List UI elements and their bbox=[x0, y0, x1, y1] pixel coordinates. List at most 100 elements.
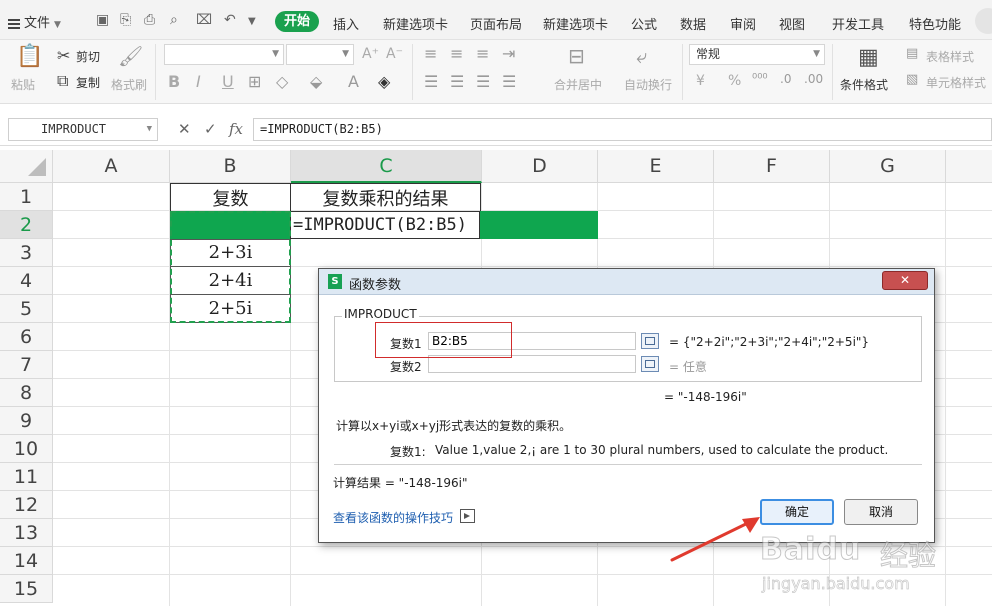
tab-features[interactable]: 特色功能 bbox=[909, 14, 961, 33]
cancel-button[interactable]: 取消 bbox=[844, 499, 918, 525]
table-style-button[interactable]: 表格样式 bbox=[926, 48, 974, 65]
italic-button[interactable]: I bbox=[196, 72, 201, 91]
cut-button[interactable]: 剪切 bbox=[76, 48, 100, 65]
scissors-icon[interactable]: ✂ bbox=[57, 46, 70, 65]
font-name-select[interactable]: ▼ bbox=[164, 44, 284, 65]
conditional-format-icon[interactable]: ▦ bbox=[858, 45, 879, 70]
tab-home[interactable]: 开始 bbox=[275, 11, 319, 32]
bold-button[interactable]: B bbox=[168, 72, 180, 91]
fill-color-icon[interactable]: ◇ bbox=[276, 72, 288, 91]
print-icon[interactable]: ⎙ bbox=[144, 12, 155, 28]
copy-icon[interactable]: ⧉ bbox=[57, 71, 68, 91]
number-format-select[interactable]: 常规 ▼ bbox=[689, 44, 825, 65]
align-top-icon[interactable]: ≡ bbox=[424, 44, 437, 63]
row-header-11[interactable]: 11 bbox=[0, 463, 53, 491]
paste-special-icon[interactable]: ⌧ bbox=[196, 12, 212, 28]
row-header-10[interactable]: 10 bbox=[0, 435, 53, 463]
column-header-b[interactable]: B bbox=[170, 150, 291, 183]
column-header-c[interactable]: C bbox=[291, 150, 482, 183]
row-header-13[interactable]: 13 bbox=[0, 519, 53, 547]
row-header-7[interactable]: 7 bbox=[0, 351, 53, 379]
align-left-icon[interactable]: ☰ bbox=[424, 72, 438, 91]
print-preview-icon[interactable]: ⌕ bbox=[170, 12, 178, 28]
table-style-icon[interactable]: ▤ bbox=[906, 46, 918, 61]
tab-new-1[interactable]: 新建选项卡 bbox=[383, 14, 448, 33]
confirm-entry-icon[interactable]: ✓ bbox=[204, 120, 217, 138]
format-painter-button[interactable]: 格式刷 bbox=[111, 76, 147, 93]
underline-button[interactable]: U bbox=[222, 72, 234, 91]
tab-insert[interactable]: 插入 bbox=[333, 14, 359, 33]
tab-view[interactable]: 视图 bbox=[779, 14, 805, 33]
column-header-a[interactable]: A bbox=[53, 150, 170, 183]
column-header-d[interactable]: D bbox=[482, 150, 598, 183]
increase-decimal-icon[interactable]: .0 bbox=[780, 72, 791, 86]
tab-new-2[interactable]: 新建选项卡 bbox=[543, 14, 608, 33]
font-color-icon[interactable]: A bbox=[348, 72, 359, 91]
column-header-h[interactable] bbox=[946, 150, 992, 183]
copy-button[interactable]: 复制 bbox=[76, 74, 100, 91]
merge-center-button[interactable]: 合并居中 bbox=[554, 76, 602, 93]
percent-button[interactable]: % bbox=[728, 73, 741, 89]
tab-developer[interactable]: 开发工具 bbox=[832, 14, 884, 33]
justify-icon[interactable]: ☰ bbox=[502, 72, 516, 91]
search-icon[interactable] bbox=[975, 8, 992, 34]
cell-style-button[interactable]: 单元格样式 bbox=[926, 74, 986, 91]
thousands-icon[interactable]: ⁰⁰⁰ bbox=[752, 72, 768, 87]
align-right-icon[interactable]: ☰ bbox=[476, 72, 490, 91]
range-picker-icon[interactable] bbox=[641, 333, 659, 349]
more-icon[interactable]: ▼ bbox=[248, 16, 256, 27]
merge-icon[interactable]: ⊟ bbox=[568, 44, 585, 68]
close-button[interactable]: ✕ bbox=[882, 271, 928, 290]
cell-c1[interactable]: 复数乘积的结果 bbox=[290, 185, 481, 211]
column-header-g[interactable]: G bbox=[830, 150, 946, 183]
name-box[interactable]: IMPRODUCT ▼ bbox=[8, 118, 158, 141]
row-header-3[interactable]: 3 bbox=[0, 239, 53, 267]
column-header-f[interactable]: F bbox=[714, 150, 830, 183]
column-header-e[interactable]: E bbox=[598, 150, 714, 183]
border-icon[interactable]: ⊞ bbox=[248, 72, 261, 91]
video-help-icon[interactable] bbox=[460, 509, 475, 523]
font-shrink-button[interactable]: A⁻ bbox=[386, 46, 403, 62]
auto-wrap-button[interactable]: 自动换行 bbox=[624, 76, 672, 93]
tab-data[interactable]: 数据 bbox=[680, 14, 706, 33]
currency-button[interactable]: ¥ bbox=[696, 73, 705, 89]
row-header-6[interactable]: 6 bbox=[0, 323, 53, 351]
align-middle-icon[interactable]: ≡ bbox=[450, 44, 463, 63]
decrease-decimal-icon[interactable]: .00 bbox=[804, 72, 823, 86]
row-header-9[interactable]: 9 bbox=[0, 407, 53, 435]
cell-c2-editing[interactable]: =IMPRODUCT(B2:B5) bbox=[290, 211, 480, 239]
row-header-12[interactable]: 12 bbox=[0, 491, 53, 519]
font-size-select[interactable]: ▼ bbox=[286, 44, 354, 65]
row-header-8[interactable]: 8 bbox=[0, 379, 53, 407]
save-icon[interactable]: ▣ bbox=[96, 12, 109, 28]
indent-icon[interactable]: ⇥ bbox=[502, 44, 515, 63]
paste-label[interactable]: 粘贴 bbox=[11, 76, 35, 93]
tab-page-layout[interactable]: 页面布局 bbox=[470, 14, 522, 33]
row-header-1[interactable]: 1 bbox=[0, 183, 53, 211]
row-header-2[interactable]: 2 bbox=[0, 211, 53, 239]
undo-icon[interactable]: ↶ bbox=[224, 12, 236, 28]
paste-icon[interactable]: 📋 bbox=[16, 44, 43, 69]
range-picker-icon[interactable] bbox=[641, 356, 659, 372]
ok-button[interactable]: 确定 bbox=[760, 499, 834, 525]
tab-formulas[interactable]: 公式 bbox=[631, 14, 657, 33]
file-menu[interactable]: 文件 ▼ bbox=[8, 12, 61, 31]
align-bottom-icon[interactable]: ≡ bbox=[476, 44, 489, 63]
eraser-icon[interactable]: ◈ bbox=[378, 72, 390, 91]
cancel-entry-icon[interactable]: ✕ bbox=[178, 120, 191, 138]
row-header-14[interactable]: 14 bbox=[0, 547, 53, 575]
tab-review[interactable]: 审阅 bbox=[730, 14, 756, 33]
dialog-title-bar[interactable]: S 函数参数 ✕ bbox=[319, 269, 934, 295]
align-center-icon[interactable]: ☰ bbox=[450, 72, 464, 91]
cell-style-icon[interactable]: ▧ bbox=[906, 72, 918, 87]
conditional-format-button[interactable]: 条件格式 bbox=[840, 76, 888, 93]
font-grow-button[interactable]: A⁺ bbox=[362, 46, 379, 62]
cell-b1[interactable]: 复数 bbox=[170, 185, 291, 211]
export-icon[interactable]: ⎘ bbox=[120, 12, 131, 28]
fill-bucket-icon[interactable]: ⬙ bbox=[310, 72, 322, 91]
formula-input[interactable]: =IMPRODUCT(B2:B5) bbox=[253, 118, 992, 141]
help-link[interactable]: 查看该函数的操作技巧 bbox=[333, 509, 453, 526]
row-header-15[interactable]: 15 bbox=[0, 575, 53, 603]
row-header-4[interactable]: 4 bbox=[0, 267, 53, 295]
wrap-icon[interactable]: ⤶ bbox=[636, 44, 647, 68]
